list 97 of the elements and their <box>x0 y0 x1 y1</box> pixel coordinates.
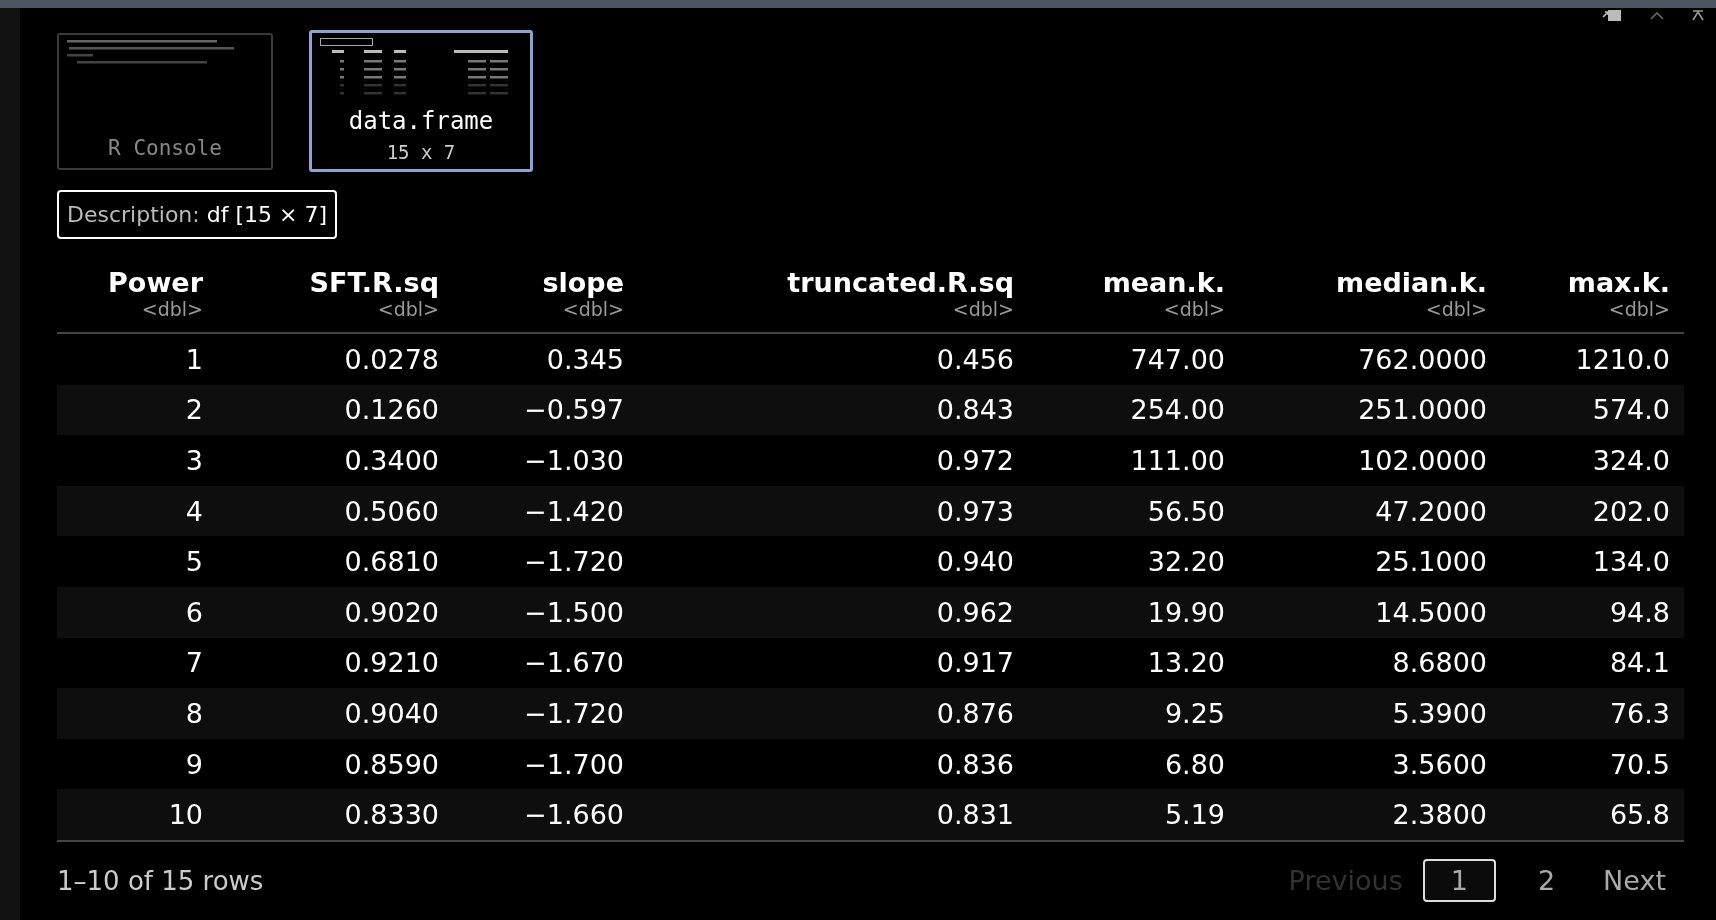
table-cell-text: 0.843 <box>935 394 1015 426</box>
table-cell-text: 102.0000 <box>1357 445 1488 476</box>
table-cell-text: −1.030 <box>523 445 625 476</box>
column-type: <dbl> <box>1425 298 1487 320</box>
table-cell-text: 251.0000 <box>1357 394 1488 426</box>
thumbnail-sublabel: 15 x 7 <box>386 141 456 163</box>
column-type: <dbl> <box>562 298 624 320</box>
popout-icon[interactable] <box>1602 8 1622 22</box>
table-cell-text: 25.1000 <box>1374 546 1488 578</box>
table-cell-text: 574.0 <box>1591 394 1671 426</box>
table-cell-text: 0.917 <box>935 647 1015 679</box>
table-cell-text: −0.597 <box>523 394 625 426</box>
column-header: SFT.R.sq <box>309 267 439 298</box>
table-cell-text: 94.8 <box>1608 596 1671 628</box>
table-cell-text: 0.8330 <box>343 799 440 831</box>
table-cell-text: −1.720 <box>523 697 625 729</box>
next-link[interactable]: Next <box>1597 861 1672 901</box>
table-cell-text: 0.962 <box>935 596 1015 628</box>
chevron-up-icon[interactable] <box>1650 10 1664 20</box>
table-cell-text: 202.0 <box>1591 495 1671 527</box>
thumbnail-label: R Console <box>107 135 223 160</box>
table-cell-text: −1.660 <box>523 799 625 831</box>
table-cell-text: −1.700 <box>523 748 625 780</box>
table-cell-text: 47.2000 <box>1374 495 1488 527</box>
table-cell-text: 56.50 <box>1146 495 1226 527</box>
table-cell-text: 762.0000 <box>1357 343 1488 375</box>
table-cell-text: 0.972 <box>935 445 1015 476</box>
column-type: <dbl> <box>1608 298 1670 320</box>
table-cell-text: 0.831 <box>935 799 1015 831</box>
table-cell-text: 0.5060 <box>343 495 440 527</box>
collapse-icon[interactable] <box>1692 9 1704 21</box>
table-cell-text: 10 <box>167 799 204 831</box>
column-header: Power <box>108 267 203 298</box>
page-button[interactable]: 1 <box>1422 859 1496 903</box>
table-cell-text: 0.0278 <box>343 343 440 375</box>
table-cell-text: 5 <box>184 546 204 578</box>
table-cell-text: 19.90 <box>1146 596 1226 628</box>
table-cell-text: 4 <box>184 495 204 527</box>
table-cell-text: 9 <box>184 748 204 780</box>
column-type: <dbl> <box>952 298 1014 320</box>
table-cell-text: 747.00 <box>1129 343 1226 375</box>
page-button[interactable]: 2 <box>1509 859 1584 903</box>
table-cell-text: 0.456 <box>935 343 1015 375</box>
table-cell-text: 0.940 <box>935 546 1015 578</box>
table-cell-text: 0.3400 <box>343 445 440 476</box>
table-cell-text: 6 <box>184 596 204 628</box>
column-header: mean.k. <box>1102 267 1225 298</box>
column-type: <dbl> <box>141 298 203 320</box>
table-cell-text: 111.00 <box>1129 445 1226 476</box>
description-box: Description: df [15 × 7] <box>57 190 337 239</box>
table-cell-text: 1 <box>184 343 204 375</box>
table-cell-text: 70.5 <box>1608 748 1671 780</box>
column-type: <dbl> <box>1163 298 1225 320</box>
table-cell-text: 0.8590 <box>343 748 440 780</box>
column-header: max.k. <box>1567 267 1670 298</box>
table-cell-text: 0.1260 <box>343 394 440 426</box>
table-cell-text: 0.345 <box>545 343 625 375</box>
column-type: <dbl> <box>377 298 439 320</box>
table-cell-text: 324.0 <box>1591 445 1671 476</box>
table-cell-text: 0.9020 <box>343 596 440 628</box>
table-cell-text: 13.20 <box>1146 647 1226 679</box>
table-cell-text: 6.80 <box>1163 748 1226 780</box>
console-thumbnail[interactable]: R Console <box>57 32 273 170</box>
table-cell-text: 2.3800 <box>1391 799 1488 831</box>
table-cell-text: 5.19 <box>1163 799 1226 831</box>
table-cell-text: 2 <box>184 394 204 426</box>
table-cell-text: 8 <box>184 697 204 729</box>
thumbnail-label: data.frame <box>348 107 494 135</box>
table-cell-text: −1.670 <box>523 647 625 679</box>
table-thumbnail[interactable]: data.frame 15 x 7 <box>309 30 533 172</box>
table-cell-text: 3 <box>184 445 204 476</box>
table-cell-text: −1.420 <box>523 495 625 527</box>
table-cell-text: 1210.0 <box>1574 343 1671 375</box>
table-cell-text: 76.3 <box>1608 697 1671 729</box>
table-cell-text: 134.0 <box>1591 546 1671 578</box>
table-cell-text: 0.6810 <box>343 546 440 578</box>
column-header: median.k. <box>1336 267 1487 298</box>
column-header: truncated.R.sq <box>787 267 1014 298</box>
table-cell-text: 14.5000 <box>1374 596 1488 628</box>
table-cell-text: 5.3900 <box>1391 697 1488 729</box>
table-cell-text: 0.9210 <box>343 647 440 679</box>
table-cell-text: 0.973 <box>935 495 1015 527</box>
table-cell-text: 0.836 <box>935 748 1015 780</box>
column-header: slope <box>542 267 624 298</box>
row-summary: 1–10 of 15 rows <box>57 865 264 896</box>
table-cell-text: −1.720 <box>523 546 625 578</box>
table-cell-text: 3.5600 <box>1391 748 1488 780</box>
table-cell-text: −1.500 <box>523 596 625 628</box>
table-cell-text: 254.00 <box>1129 394 1226 426</box>
table-cell-text: 8.6800 <box>1391 647 1488 679</box>
table-cell-text: 84.1 <box>1608 647 1671 679</box>
table-cell-text: 65.8 <box>1608 799 1671 831</box>
table-cell-text: 0.9040 <box>343 697 440 729</box>
table-cell-text: 32.20 <box>1146 546 1226 578</box>
table-cell-text: 7 <box>184 647 204 679</box>
table-cell-text: 0.876 <box>935 697 1015 729</box>
table-cell-text: 9.25 <box>1163 697 1226 729</box>
